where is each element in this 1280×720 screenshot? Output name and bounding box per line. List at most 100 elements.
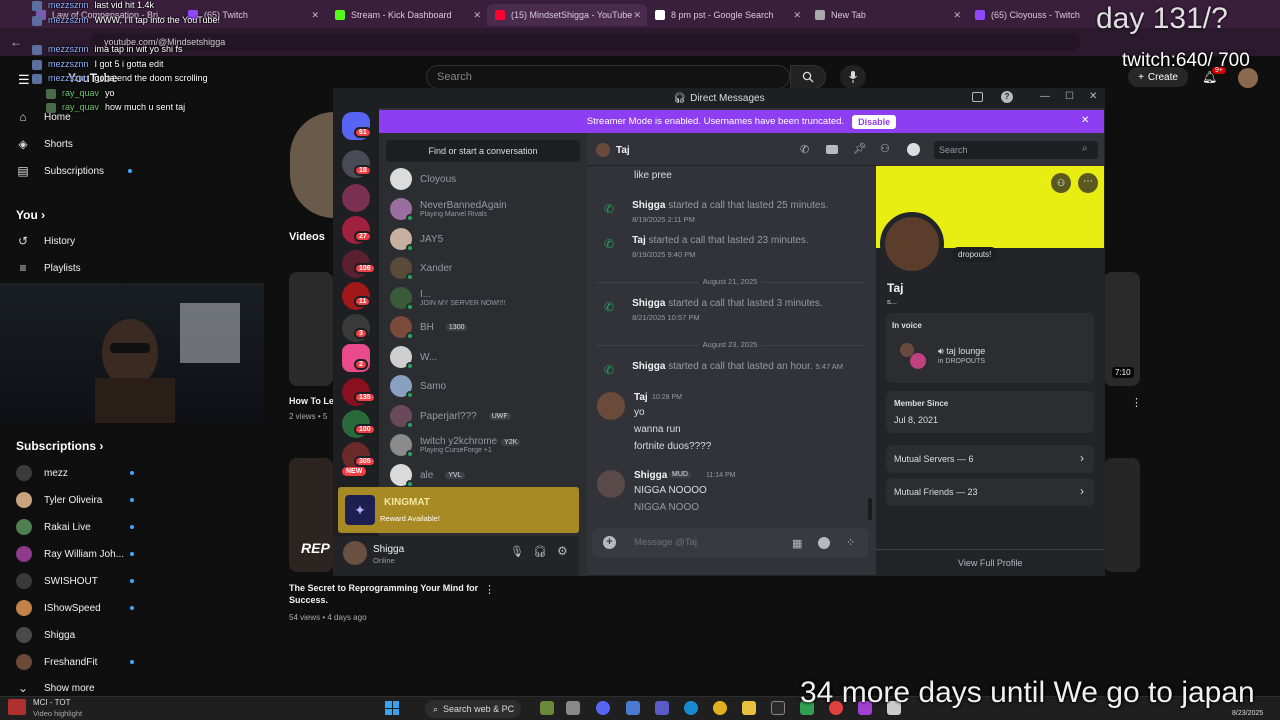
chrome-icon[interactable] [713,701,727,715]
dm-item[interactable]: Cloyous [390,165,456,193]
avatar[interactable] [343,541,367,565]
dm-item[interactable]: I... JOIN MY SERVER NOW!!!! [390,284,506,312]
profile-avatar[interactable] [880,212,944,276]
subscription-item[interactable]: SWISHOUT [16,573,98,589]
server-icon[interactable] [342,184,370,212]
chat-search-input[interactable]: Search [934,141,1098,159]
teams-icon[interactable] [655,701,669,715]
disable-button[interactable]: Disable [852,114,897,129]
inbox-icon[interactable] [972,92,983,102]
subscription-item[interactable]: Tyler Oliveira [16,492,102,508]
mic-button[interactable] [840,65,866,89]
sidebar-item-shorts[interactable]: ◈ Shorts [16,137,73,151]
sidebar-item-subscriptions[interactable]: ▤ Subscriptions [16,164,104,178]
call-icon[interactable]: ✆ [800,143,809,156]
video-thumbnail[interactable]: REP [289,458,333,572]
dm-item[interactable]: JAY5 [390,225,443,253]
subscription-item[interactable]: FreshandFit [16,654,97,670]
close-icon[interactable]: ✕ [793,10,801,21]
apps-icon[interactable]: ⁘ [846,536,855,549]
video-title[interactable]: How To Le [289,395,334,407]
close-icon[interactable]: ✕ [473,10,481,21]
maximize-button[interactable]: ☐ [1065,91,1074,102]
add-friend-button[interactable]: ⚇ [1051,173,1071,193]
subscription-item[interactable]: mezz [16,465,68,481]
dm-item[interactable]: Paperjarl??? UWF [390,402,511,430]
subscription-item[interactable]: Rakai Live [16,519,91,535]
app-icon[interactable] [771,701,785,715]
discord-app-icon[interactable] [596,701,610,715]
subscription-item[interactable]: IShowSpeed [16,600,101,616]
more-options-icon[interactable]: ⋮ [484,583,495,596]
dm-item[interactable]: Samo [390,372,446,400]
video-call-icon[interactable] [826,145,838,154]
dm-item[interactable]: W... [390,343,437,371]
help-icon[interactable]: ? [1001,91,1013,103]
minimize-button[interactable]: — [1040,91,1050,102]
start-icon[interactable] [385,701,399,715]
sidebar-item-history[interactable]: ↺ History [16,234,75,248]
dm-item[interactable]: NeverBannedAgain Playing Marvel Rivals [390,195,507,223]
app-icon[interactable] [540,701,554,715]
scrollbar[interactable] [868,498,872,520]
close-icon[interactable]: ✕ [1081,115,1089,126]
browser-tab[interactable]: (65) Cloyouss - Twitch [967,4,1097,26]
close-button[interactable]: ✕ [1089,91,1097,102]
video-thumbnail[interactable] [1104,458,1140,572]
dm-item[interactable]: BH 1300 [390,313,468,341]
url-field[interactable] [90,33,1080,51]
subscription-item[interactable]: Ray William Joh... [16,546,124,562]
chat-badge-icon [46,89,56,99]
close-icon[interactable]: ✕ [953,10,961,21]
dm-item[interactable]: ale YVL [390,461,465,489]
browser-tab[interactable]: Stream - Kick Dashboard ✕ [327,4,487,26]
gift-icon[interactable]: ▦ [792,537,802,550]
view-full-profile-link[interactable]: View Full Profile [958,558,1022,568]
taskbar-search[interactable]: ⌕ Search web & PC [425,700,521,718]
mutual-servers-button[interactable]: Mutual Servers — 6 › [886,445,1094,473]
tab-videos[interactable]: Videos [289,231,325,243]
in-voice-card[interactable]: In voice 🔊︎ taj lounge in DROPOUTS [886,313,1094,383]
call-author: Shigga [632,361,666,372]
file-explorer-icon[interactable] [742,701,756,715]
video-title[interactable]: The Secret to Reprogramming Your Mind fo… [289,582,479,606]
message-author[interactable]: Taj [634,392,648,403]
sidebar-item-playlists[interactable]: ≡ Playlists [16,261,80,275]
back-icon[interactable]: ← [10,35,22,49]
avatar[interactable] [597,470,625,498]
media-thumbnail[interactable] [8,699,26,715]
add-friend-icon[interactable]: ⚇ [880,142,890,155]
settings-icon[interactable]: ⚙ [557,544,568,558]
emoji-icon[interactable] [818,537,830,549]
search-button[interactable] [790,65,826,89]
you-section-header[interactable]: You › [16,208,45,222]
browser-tab-active[interactable]: (15) MindsetShigga - YouTube ✕ [487,4,647,26]
message-text: yo [634,407,645,418]
video-thumbnail[interactable] [289,272,333,386]
mutual-friends-button[interactable]: Mutual Friends — 23 › [886,478,1094,506]
headphones-icon[interactable]: 🎧︎ [533,545,547,558]
avatar[interactable] [597,392,625,420]
app-icon[interactable] [566,701,580,715]
dm-item[interactable]: twitch y2kchrome Y2K Playing CurseForge +1 [390,431,521,459]
subscription-item[interactable]: Shigga [16,627,75,643]
edge-icon[interactable] [684,701,698,715]
menu-icon[interactable]: ☰ [18,72,30,88]
browser-tab[interactable]: 8 pm pst - Google Search ✕ [647,4,807,26]
search-input[interactable]: Search [426,65,790,89]
show-more-button[interactable]: ⌄ Show more [16,681,95,695]
browser-tab[interactable]: New Tab ✕ [807,4,967,26]
more-options-icon[interactable]: ⋮ [1131,396,1142,409]
subscriptions-section-header[interactable]: Subscriptions › [16,439,103,453]
close-icon[interactable]: ✕ [311,10,319,21]
more-options-button[interactable]: ⋯ [1078,173,1098,193]
pin-icon[interactable]: 📌︎ [853,142,867,155]
profile-toggle-icon[interactable] [907,143,920,156]
app-icon[interactable] [626,701,640,715]
message-author[interactable]: Shigga [634,470,667,481]
dm-item[interactable]: Xander [390,254,452,282]
find-conversation-input[interactable]: Find or start a conversation [386,140,580,162]
mic-icon[interactable]: 🎙︎ [510,545,524,558]
close-icon[interactable]: ✕ [633,10,641,21]
add-attachment-icon[interactable]: + [603,536,616,549]
